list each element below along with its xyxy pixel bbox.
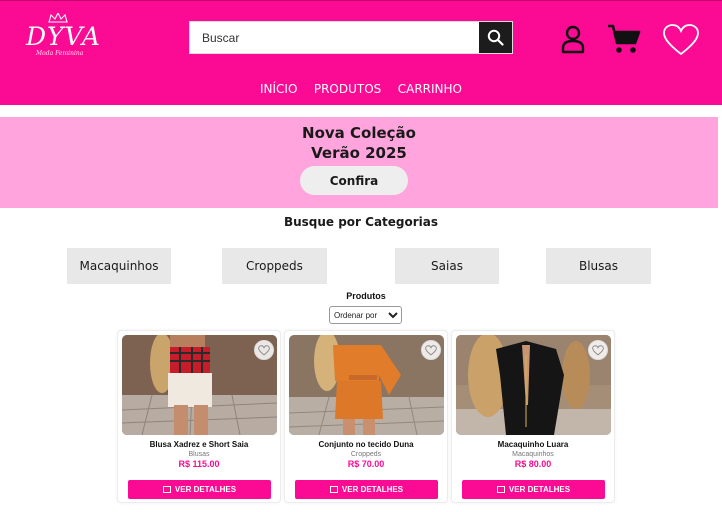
search-input[interactable] bbox=[190, 22, 480, 53]
product-price: R$ 70.00 bbox=[347, 459, 385, 469]
favorite-button[interactable] bbox=[254, 340, 274, 360]
category-croppeds[interactable]: Croppeds bbox=[222, 248, 327, 284]
details-icon bbox=[329, 486, 338, 493]
sort-select[interactable]: Ordenar por bbox=[329, 306, 402, 324]
product-photo[interactable] bbox=[289, 335, 444, 435]
favorite-button[interactable] bbox=[588, 340, 608, 360]
product-photo[interactable] bbox=[456, 335, 611, 435]
nav-item-produtos[interactable]: PRODUTOS bbox=[314, 82, 381, 96]
view-details-button[interactable]: VER DETALHES bbox=[295, 480, 438, 499]
view-details-button[interactable]: VER DETALHES bbox=[462, 480, 605, 499]
hero-title-line1: Nova Coleção bbox=[302, 124, 416, 142]
product-price: R$ 115.00 bbox=[178, 459, 220, 469]
product-card[interactable]: Macaquinho Luara Macaquinhos R$ 80.00 VE… bbox=[451, 330, 615, 503]
details-icon bbox=[496, 486, 505, 493]
hero-banner: Nova Coleção Verão 2025 Confira bbox=[0, 117, 718, 208]
products-heading: Produtos bbox=[346, 291, 386, 301]
main-nav: INÍCIO PRODUTOS CARRINHO bbox=[0, 80, 722, 98]
product-photo[interactable] bbox=[122, 335, 277, 435]
product-name[interactable]: Macaquinho Luara bbox=[452, 440, 614, 449]
logo-wordmark: DYVA bbox=[26, 22, 101, 51]
heart-icon[interactable] bbox=[662, 23, 700, 57]
site-header: DYVA Moda Feminina INÍCIO PRODUTOS CARRI… bbox=[0, 0, 722, 105]
user-icon[interactable] bbox=[558, 24, 588, 54]
cart-icon[interactable] bbox=[606, 23, 642, 55]
heart-outline-icon bbox=[425, 344, 437, 356]
search-bar bbox=[189, 21, 513, 54]
product-price: R$ 80.00 bbox=[514, 459, 552, 469]
product-category: Blusas bbox=[188, 451, 210, 458]
product-card[interactable]: Blusa Xadrez e Short Saia Blusas R$ 115.… bbox=[117, 330, 281, 503]
view-details-label: VER DETALHES bbox=[341, 485, 404, 494]
categories-heading: Busque por Categorias bbox=[283, 215, 439, 229]
logo-tagline: Moda Feminina bbox=[36, 50, 84, 57]
heart-outline-icon bbox=[258, 344, 270, 356]
nav-item-carrinho[interactable]: CARRINHO bbox=[398, 82, 462, 96]
nav-item-inicio[interactable]: INÍCIO bbox=[260, 82, 297, 96]
view-details-label: VER DETALHES bbox=[508, 485, 571, 494]
hero-title-line2: Verão 2025 bbox=[311, 144, 407, 162]
heart-outline-icon bbox=[592, 344, 604, 356]
product-category: Croppeds bbox=[350, 451, 382, 458]
details-icon bbox=[162, 486, 171, 493]
category-saias[interactable]: Saias bbox=[395, 248, 499, 284]
view-details-label: VER DETALHES bbox=[174, 485, 237, 494]
hero-cta-button[interactable]: Confira bbox=[300, 166, 408, 195]
search-icon bbox=[487, 29, 504, 46]
product-card[interactable]: Conjunto no tecido Duna Croppeds R$ 70.0… bbox=[284, 330, 448, 503]
favorite-button[interactable] bbox=[421, 340, 441, 360]
product-name[interactable]: Blusa Xadrez e Short Saia bbox=[118, 440, 280, 449]
view-details-button[interactable]: VER DETALHES bbox=[128, 480, 271, 499]
search-button[interactable] bbox=[479, 22, 512, 53]
product-name[interactable]: Conjunto no tecido Duna bbox=[285, 440, 447, 449]
category-macaquinhos[interactable]: Macaquinhos bbox=[67, 248, 171, 284]
product-category: Macaquinhos bbox=[512, 451, 554, 458]
brand-logo[interactable]: DYVA Moda Feminina bbox=[24, 13, 100, 59]
category-blusas[interactable]: Blusas bbox=[546, 248, 651, 284]
